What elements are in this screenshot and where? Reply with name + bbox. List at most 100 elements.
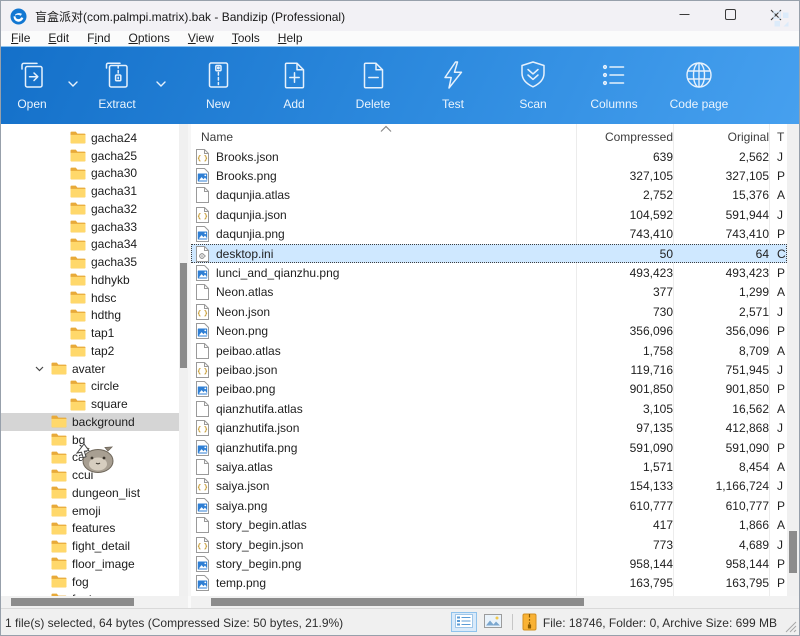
sidebar-folder-floor-image[interactable]: floor_image xyxy=(1,555,179,573)
column-original[interactable]: Original xyxy=(673,130,769,144)
sidebar-folder-fog[interactable]: fog xyxy=(1,573,179,591)
toolbar-button-scan[interactable]: Scan xyxy=(493,56,573,111)
menu-item-help[interactable]: Help xyxy=(269,31,312,46)
file-name-cell: temp.png xyxy=(191,575,576,591)
column-type[interactable]: T xyxy=(777,130,784,144)
sidebar-folder-avater[interactable]: avater xyxy=(1,360,179,378)
file-row-temp-png[interactable]: temp.png 163,795 163,795 P xyxy=(191,574,787,593)
file-row-brooks-json[interactable]: Brooks.json 639 2,562 J xyxy=(191,147,787,166)
file-row-saiya-atlas[interactable]: saiya.atlas 1,571 8,454 A xyxy=(191,457,787,476)
sidebar-folder-background[interactable]: background xyxy=(1,413,179,431)
column-name[interactable]: Name xyxy=(201,130,233,144)
toolbar-button-add[interactable]: Add xyxy=(255,56,333,111)
sidebar-folder-gacha25[interactable]: gacha25 xyxy=(1,147,179,165)
file-row-peibao-json[interactable]: peibao.json 119,716 751,945 J xyxy=(191,360,787,379)
menu-item-options[interactable]: Options xyxy=(119,31,178,46)
sidebar-folder-gacha32[interactable]: gacha32 xyxy=(1,200,179,218)
file-row-peibao-atlas[interactable]: peibao.atlas 1,758 8,709 A xyxy=(191,341,787,360)
sidebar-folder-bg[interactable]: bg xyxy=(1,431,179,449)
sidebar-folder-emoji[interactable]: emoji xyxy=(1,502,179,520)
folder-icon xyxy=(51,451,67,464)
sidebar-folder-tap1[interactable]: tap1 xyxy=(1,324,179,342)
file-row-neon-atlas[interactable]: Neon.atlas 377 1,299 A xyxy=(191,283,787,302)
sidebar-folder-tap2[interactable]: tap2 xyxy=(1,342,179,360)
file-row-daqunjia-json[interactable]: daqunjia.json 104,592 591,944 J xyxy=(191,205,787,224)
toolbar-button-delete[interactable]: Delete xyxy=(333,56,413,111)
sidebar-folder-hdsc[interactable]: hdsc xyxy=(1,289,179,307)
sidebar-folder-features[interactable]: features xyxy=(1,520,179,538)
sidebar-folder-circle[interactable]: circle xyxy=(1,378,179,396)
sidebar-folder-card[interactable]: card xyxy=(1,449,179,467)
toolbar-button-test[interactable]: Test xyxy=(413,56,493,111)
menu-item-find[interactable]: Find xyxy=(78,31,119,46)
file-row-neon-png[interactable]: Neon.png 356,096 356,096 P xyxy=(191,322,787,341)
file-row-story-begin-json[interactable]: story_begin.json 773 4,689 J xyxy=(191,535,787,554)
file-row-desktop-ini[interactable]: desktop.ini 50 64 C xyxy=(191,244,787,263)
filelist-horizontal-scrollbar-thumb[interactable] xyxy=(211,598,584,606)
file-row-daqunjia-png[interactable]: daqunjia.png 743,410 743,410 P xyxy=(191,225,787,244)
thumbnail-view-button[interactable] xyxy=(480,612,506,632)
minimize-button[interactable] xyxy=(661,1,707,31)
menu-item-edit[interactable]: Edit xyxy=(39,31,78,46)
sidebar-folder-gacha34[interactable]: gacha34 xyxy=(1,236,179,254)
layout-toggle-icon[interactable] xyxy=(773,11,791,29)
json-file-icon xyxy=(195,362,210,378)
sidebar-folder-gacha35[interactable]: gacha35 xyxy=(1,253,179,271)
scrollbar-thumb[interactable] xyxy=(180,263,187,368)
sidebar-folder-fight-detail[interactable]: fight_detail xyxy=(1,537,179,555)
file-row-brooks-png[interactable]: Brooks.png 327,105 327,105 P xyxy=(191,166,787,185)
scrollbar-thumb[interactable] xyxy=(789,531,797,573)
toolbar-button-open[interactable]: Open xyxy=(3,56,61,111)
sidebar-folder-ccui[interactable]: ccui xyxy=(1,466,179,484)
file-row-qianzhutifa-atlas[interactable]: qianzhutifa.atlas 3,105 16,562 A xyxy=(191,399,787,418)
toolbar-button-new[interactable]: New xyxy=(181,56,255,111)
chevron-expanded-icon[interactable] xyxy=(35,366,51,372)
resize-grip[interactable] xyxy=(785,621,797,633)
sidebar-folder-square[interactable]: square xyxy=(1,395,179,413)
file-name-cell: peibao.atlas xyxy=(191,343,576,359)
folder-icon xyxy=(70,167,86,180)
chevron-down-icon[interactable] xyxy=(61,56,85,87)
toolbar-button-columns[interactable]: Columns xyxy=(573,56,655,111)
toolbar-button-code-page[interactable]: Code page xyxy=(655,56,743,111)
sort-ascending-icon[interactable] xyxy=(379,122,393,131)
column-compressed[interactable]: Compressed xyxy=(576,130,673,144)
chevron-down-icon[interactable] xyxy=(149,56,173,87)
details-view-button[interactable] xyxy=(451,612,477,632)
maximize-icon xyxy=(725,9,736,23)
sidebar-folder-dungeon-list[interactable]: dungeon_list xyxy=(1,484,179,502)
menu-item-view[interactable]: View xyxy=(179,31,223,46)
file-type-cell: J xyxy=(777,305,783,319)
file-row-saiya-png[interactable]: saiya.png 610,777 610,777 P xyxy=(191,496,787,515)
archive-zip-icon[interactable] xyxy=(522,613,538,632)
sidebar-folder-gacha33[interactable]: gacha33 xyxy=(1,218,179,236)
file-row-saiya-json[interactable]: saiya.json 154,133 1,166,724 J xyxy=(191,477,787,496)
sidebar-folder-gacha24[interactable]: gacha24 xyxy=(1,129,179,147)
sidebar-folder-hdthg[interactable]: hdthg xyxy=(1,307,179,325)
original-size-cell: 591,944 xyxy=(673,208,769,222)
file-row-qianzhutifa-png[interactable]: qianzhutifa.png 591,090 591,090 P xyxy=(191,438,787,457)
sidebar-horizontal-scrollbar-thumb[interactable] xyxy=(11,598,134,606)
maximize-button[interactable] xyxy=(707,1,753,31)
file-name: story_begin.png xyxy=(216,557,301,571)
file-name: desktop.ini xyxy=(216,247,273,261)
file-row-qianzhutifa-json[interactable]: qianzhutifa.json 97,135 412,868 J xyxy=(191,418,787,437)
menu-item-file[interactable]: File xyxy=(2,31,39,46)
toolbar-button-extract[interactable]: Extract xyxy=(85,56,149,111)
file-row-daqunjia-atlas[interactable]: daqunjia.atlas 2,752 15,376 A xyxy=(191,186,787,205)
menu-item-tools[interactable]: Tools xyxy=(223,31,269,46)
file-rows: Brooks.json 639 2,562 J Brooks.png 327,1… xyxy=(191,147,787,593)
file-row-lunci-and-qianzhu-png[interactable]: lunci_and_qianzhu.png 493,423 493,423 P xyxy=(191,263,787,282)
file-row-neon-json[interactable]: Neon.json 730 2,571 J xyxy=(191,302,787,321)
folder-icon xyxy=(70,380,86,393)
selection-status-text: 1 file(s) selected, 64 bytes (Compressed… xyxy=(5,616,343,630)
file-row-story-begin-png[interactable]: story_begin.png 958,144 958,144 P xyxy=(191,554,787,573)
sidebar-folder-gacha31[interactable]: gacha31 xyxy=(1,182,179,200)
filelist-vertical-scrollbar[interactable] xyxy=(787,124,799,596)
sidebar-folder-gacha30[interactable]: gacha30 xyxy=(1,165,179,183)
file-row-story-begin-atlas[interactable]: story_begin.atlas 417 1,866 A xyxy=(191,515,787,534)
folder-icon xyxy=(51,362,67,375)
file-row-peibao-png[interactable]: peibao.png 901,850 901,850 P xyxy=(191,380,787,399)
sidebar-folder-hdhykb[interactable]: hdhykb xyxy=(1,271,179,289)
sidebar-vertical-scrollbar[interactable] xyxy=(179,124,188,596)
